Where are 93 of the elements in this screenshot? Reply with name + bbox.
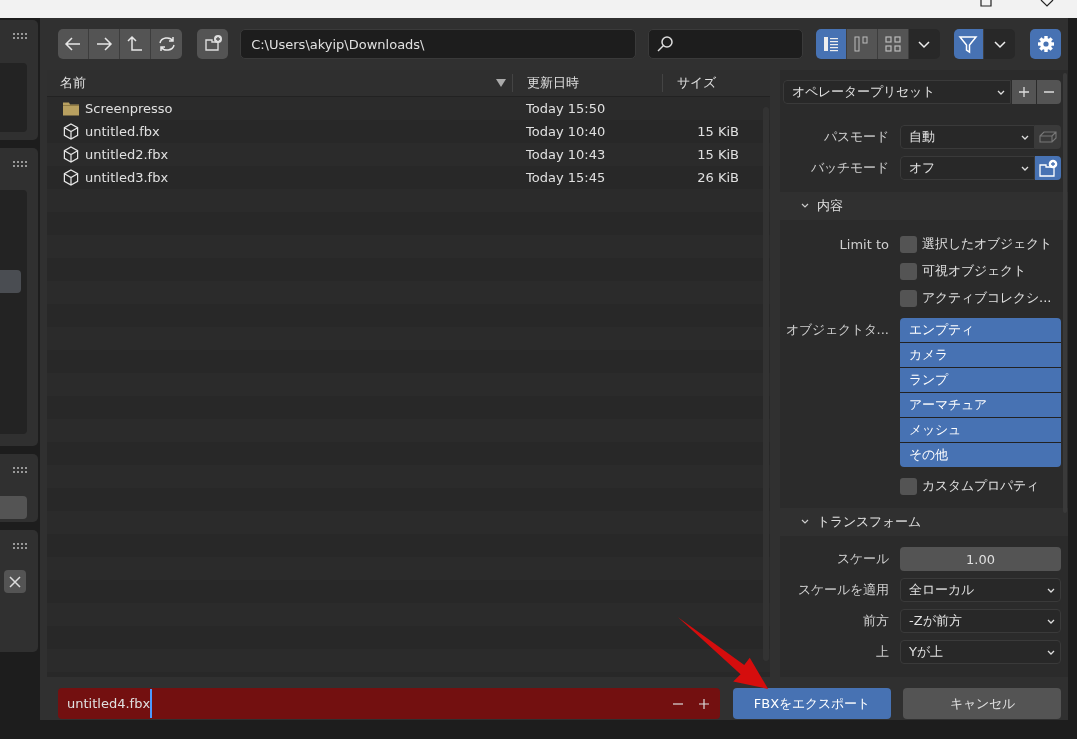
section-header[interactable]: トランスフォーム bbox=[780, 508, 1068, 536]
checkbox-label[interactable]: カスタムプロパティ bbox=[922, 477, 1039, 495]
column-header[interactable]: サイズ bbox=[662, 74, 716, 92]
grip-icon[interactable] bbox=[12, 161, 28, 167]
file-size: 26 KiB bbox=[697, 170, 739, 185]
settings-button[interactable] bbox=[1030, 29, 1061, 59]
column-header[interactable]: 名前 bbox=[60, 74, 86, 92]
display-dropdown-button[interactable] bbox=[908, 29, 940, 59]
checkbox[interactable] bbox=[900, 262, 917, 280]
file-row[interactable]: untitled3.fbx Today 15:45 26 KiB bbox=[47, 166, 770, 189]
checkbox-label[interactable]: 可視オブジェクト bbox=[922, 262, 1026, 280]
dropdown[interactable]: Yが上 bbox=[900, 640, 1061, 664]
object-type-option[interactable]: カメラ bbox=[900, 343, 1061, 367]
refresh-icon bbox=[156, 34, 177, 54]
box-icon bbox=[1038, 130, 1058, 144]
filename-field[interactable]: untitled4.fbx bbox=[58, 688, 720, 719]
checkbox-label[interactable]: 選択したオブジェクト bbox=[922, 235, 1052, 253]
file-date: Today 15:45 bbox=[526, 170, 606, 185]
field-label: バッチモード bbox=[810, 159, 889, 177]
folder-plus-icon bbox=[1038, 159, 1058, 177]
checkbox[interactable] bbox=[900, 235, 917, 253]
file-size: 15 KiB bbox=[697, 124, 739, 139]
box-toggle-button[interactable] bbox=[1035, 125, 1061, 149]
back-button[interactable] bbox=[58, 29, 89, 59]
checkbox[interactable] bbox=[900, 289, 917, 307]
folder-plus-icon bbox=[202, 34, 223, 54]
file-size: 15 KiB bbox=[697, 147, 739, 162]
grip-icon[interactable] bbox=[12, 33, 28, 39]
plus-icon bbox=[1018, 86, 1030, 98]
object-type-option[interactable]: ランプ bbox=[900, 368, 1061, 392]
refresh-button[interactable] bbox=[151, 29, 182, 59]
cube-icon bbox=[62, 146, 80, 163]
field-label: オブジェクトタ... bbox=[784, 321, 889, 339]
file-date: Today 15:50 bbox=[526, 101, 606, 116]
object-type-option[interactable]: エンプティ bbox=[900, 318, 1061, 342]
cancel-button[interactable]: キャンセル bbox=[903, 688, 1061, 719]
folder-toggle-button[interactable] bbox=[1035, 156, 1061, 180]
mode-dropdown[interactable]: 自動 bbox=[900, 125, 1035, 149]
field-label: 前方 bbox=[862, 612, 889, 630]
file-name: untitled.fbx bbox=[85, 124, 160, 139]
file-row[interactable]: Screenpresso Today 15:50 bbox=[47, 97, 770, 120]
section-header[interactable]: 内容 bbox=[780, 192, 1068, 220]
grid-view-button[interactable] bbox=[877, 29, 909, 59]
remove-preset-button[interactable] bbox=[1037, 80, 1061, 104]
folder-icon bbox=[62, 100, 80, 117]
field-label: スケール bbox=[836, 550, 889, 568]
grip-icon[interactable] bbox=[12, 543, 28, 549]
dropdown[interactable]: 全ローカル bbox=[900, 578, 1061, 602]
file-name: untitled2.fbx bbox=[85, 147, 169, 162]
filter-button[interactable] bbox=[953, 29, 985, 59]
path-field[interactable]: C:\Users\akyip\Downloads\ bbox=[240, 29, 636, 59]
object-type-option[interactable]: その他 bbox=[900, 443, 1061, 467]
list-view-button[interactable] bbox=[816, 29, 848, 59]
file-date: Today 10:43 bbox=[526, 147, 606, 162]
checkbox-label[interactable]: アクティブコレクシ... bbox=[922, 289, 1052, 307]
filter-icon bbox=[958, 34, 979, 54]
close-button[interactable] bbox=[4, 570, 26, 593]
object-type-option[interactable]: メッシュ bbox=[900, 418, 1061, 442]
preset-dropdown[interactable]: オペレータープリセット bbox=[783, 80, 1011, 104]
grid-icon bbox=[882, 34, 903, 54]
dropdown[interactable]: -Zが前方 bbox=[900, 609, 1061, 633]
sort-icon[interactable] bbox=[496, 79, 506, 87]
cube-icon bbox=[62, 169, 80, 186]
file-date: Today 10:40 bbox=[526, 124, 606, 139]
checkbox[interactable] bbox=[900, 477, 917, 495]
file-row[interactable]: untitled.fbx Today 10:40 15 KiB bbox=[47, 120, 770, 143]
number-field[interactable]: 1.00 bbox=[900, 547, 1061, 571]
column-header[interactable]: 更新日時 bbox=[512, 74, 579, 92]
up-arrow-icon bbox=[125, 34, 145, 54]
grip-icon[interactable] bbox=[12, 467, 28, 473]
file-name: untitled3.fbx bbox=[85, 170, 169, 185]
object-type-option[interactable]: アーマチュア bbox=[900, 393, 1061, 417]
file-name: Screenpresso bbox=[85, 101, 173, 116]
maximize-icon[interactable] bbox=[980, 0, 992, 8]
field-label: 上 bbox=[875, 643, 889, 661]
file-row[interactable]: untitled2.fbx Today 10:43 15 KiB bbox=[47, 143, 770, 166]
close-icon[interactable] bbox=[1040, 0, 1054, 8]
forward-button[interactable] bbox=[89, 29, 120, 59]
filter-dropdown-button[interactable] bbox=[984, 29, 1016, 59]
search-field[interactable] bbox=[648, 29, 804, 59]
export-button[interactable]: FBXをエクスポート bbox=[733, 688, 891, 719]
mode-dropdown[interactable]: オフ bbox=[900, 156, 1035, 180]
field-label: Limit to bbox=[838, 236, 889, 252]
cube-icon bbox=[62, 123, 80, 140]
search-icon bbox=[655, 34, 675, 54]
gear-icon bbox=[1035, 34, 1056, 54]
field-label: スケールを適用 bbox=[797, 581, 889, 599]
new-folder-button[interactable] bbox=[197, 29, 229, 59]
field-label: パスモード bbox=[823, 128, 889, 146]
add-preset-button[interactable] bbox=[1012, 80, 1036, 104]
close-icon bbox=[9, 575, 21, 588]
increment-icon[interactable] bbox=[698, 697, 710, 710]
parent-folder-button[interactable] bbox=[120, 29, 151, 59]
